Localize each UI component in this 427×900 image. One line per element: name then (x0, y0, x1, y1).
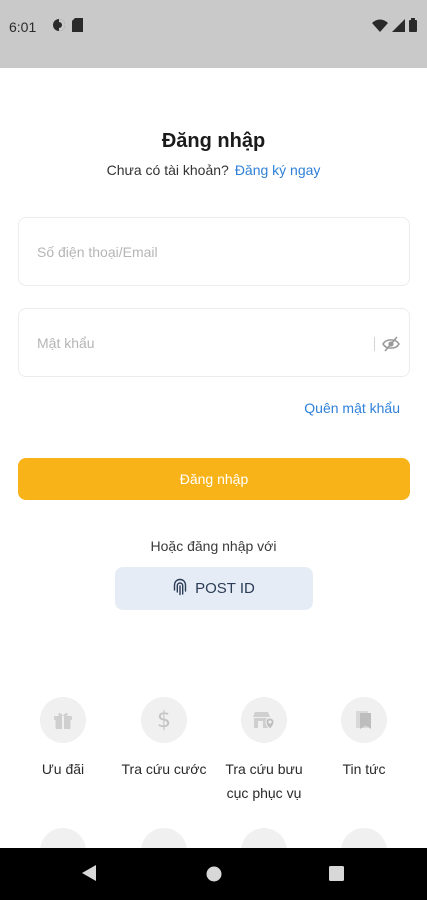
alt-login-text: Hoặc đăng nhập với (150, 538, 277, 554)
bookmark-icon (341, 697, 387, 743)
forgot-password-link[interactable]: Quên mật khẩu (304, 400, 400, 416)
phone-email-input[interactable] (37, 218, 377, 285)
password-input[interactable] (37, 309, 377, 376)
back-icon[interactable] (81, 864, 97, 887)
password-field[interactable] (18, 308, 410, 377)
quick-link-label: Tra cứu cước (121, 761, 207, 777)
quick-link-fee-lookup[interactable]: $ Tra cứu cước (114, 697, 214, 781)
login-button[interactable]: Đăng nhập (18, 458, 410, 500)
home-icon[interactable] (206, 866, 222, 887)
recents-icon[interactable] (329, 866, 344, 886)
status-bar: 6:01 (0, 0, 427, 68)
register-link[interactable]: Đăng ký ngay (235, 162, 321, 178)
postid-label: POST ID (195, 580, 255, 597)
phone-email-field[interactable] (18, 217, 410, 286)
battery-icon (409, 18, 417, 37)
no-account-text: Chưa có tài khoản? (106, 162, 229, 178)
eye-off-icon[interactable] (382, 335, 400, 353)
quick-link-post-office-lookup[interactable]: Tra cứu bưu cục phục vụ (214, 697, 314, 805)
quick-link-news[interactable]: Tin tức (314, 697, 414, 781)
register-prompt: Chưa có tài khoản? Đăng ký ngay (0, 162, 427, 178)
quick-link-label: Ưu đãi (41, 761, 85, 777)
quick-link-label: Tra cứu bưu cục phục vụ (225, 761, 303, 801)
status-time: 6:01 (9, 19, 37, 35)
fingerprint-icon (173, 578, 187, 599)
page-title: Đăng nhập (161, 130, 266, 152)
signal-icon (392, 18, 405, 37)
sim-card-icon (72, 18, 83, 37)
quick-link-label: Tin tức (342, 761, 386, 777)
data-saver-icon (52, 18, 66, 37)
postid-login-button[interactable]: POST ID (115, 567, 313, 610)
dollar-icon: $ (141, 697, 187, 743)
gift-icon (40, 697, 86, 743)
store-location-icon (241, 697, 287, 743)
field-divider (374, 337, 375, 351)
quick-link-promotions[interactable]: Ưu đãi (13, 697, 113, 781)
wifi-icon (372, 19, 388, 37)
navigation-bar (0, 848, 427, 900)
